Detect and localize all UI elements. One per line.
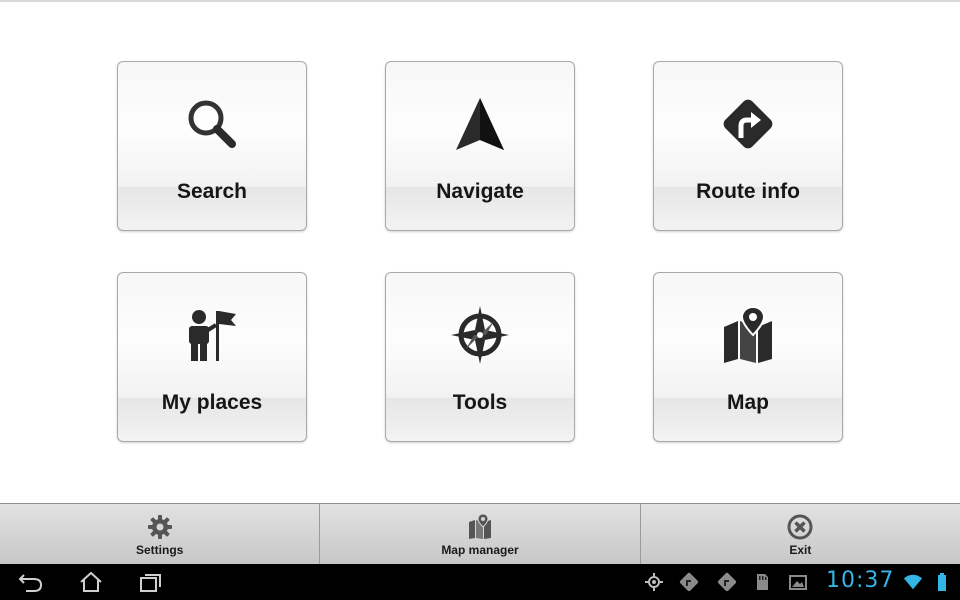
turn-sign-icon xyxy=(718,94,778,154)
person-flag-icon xyxy=(182,305,242,365)
compass-rose-icon xyxy=(450,305,510,365)
my-places-tile[interactable]: My places xyxy=(117,272,307,442)
tools-tile-label: Tools xyxy=(452,391,508,414)
exit-button[interactable]: Exit xyxy=(641,504,960,564)
settings-label: Settings xyxy=(135,543,184,557)
search-tile[interactable]: Search xyxy=(117,61,307,231)
home-icon[interactable] xyxy=(78,570,104,594)
image-notification-icon xyxy=(788,572,808,592)
gps-icon xyxy=(644,572,664,592)
app-notification-icon xyxy=(679,572,699,592)
sd-card-icon xyxy=(752,572,772,592)
route-info-tile-label: Route info xyxy=(696,180,800,203)
system-navigation-bar: 10:37 xyxy=(0,564,960,600)
navigation-arrow-icon xyxy=(450,94,510,154)
map-tile[interactable]: Map xyxy=(653,272,843,442)
search-icon xyxy=(182,94,242,154)
battery-icon xyxy=(932,572,952,592)
settings-button[interactable]: Settings xyxy=(0,504,321,564)
map-tile-label: Map xyxy=(727,391,769,414)
status-clock: 10:37 xyxy=(826,568,895,593)
exit-label: Exit xyxy=(789,543,812,557)
top-edge xyxy=(0,0,960,2)
navigate-tile[interactable]: Navigate xyxy=(385,61,575,231)
close-circle-icon xyxy=(787,514,813,540)
map-folder-icon xyxy=(467,514,493,540)
wifi-icon xyxy=(903,572,923,592)
back-icon[interactable] xyxy=(18,570,44,594)
tools-tile[interactable]: Tools xyxy=(385,272,575,442)
map-manager-label: Map manager xyxy=(441,543,519,557)
gear-icon xyxy=(147,514,173,540)
app-notification-icon-2 xyxy=(717,572,737,592)
search-tile-label: Search xyxy=(176,180,248,203)
recent-apps-icon[interactable] xyxy=(138,570,164,594)
bottom-toolbar: Settings Map manager Exit xyxy=(0,503,960,564)
map-manager-button[interactable]: Map manager xyxy=(320,504,641,564)
my-places-tile-label: My places xyxy=(161,391,263,414)
app-screen: Search Navigate Route info My places Too… xyxy=(0,0,960,600)
route-info-tile[interactable]: Route info xyxy=(653,61,843,231)
map-pin-icon xyxy=(718,305,778,365)
navigate-tile-label: Navigate xyxy=(436,180,524,203)
